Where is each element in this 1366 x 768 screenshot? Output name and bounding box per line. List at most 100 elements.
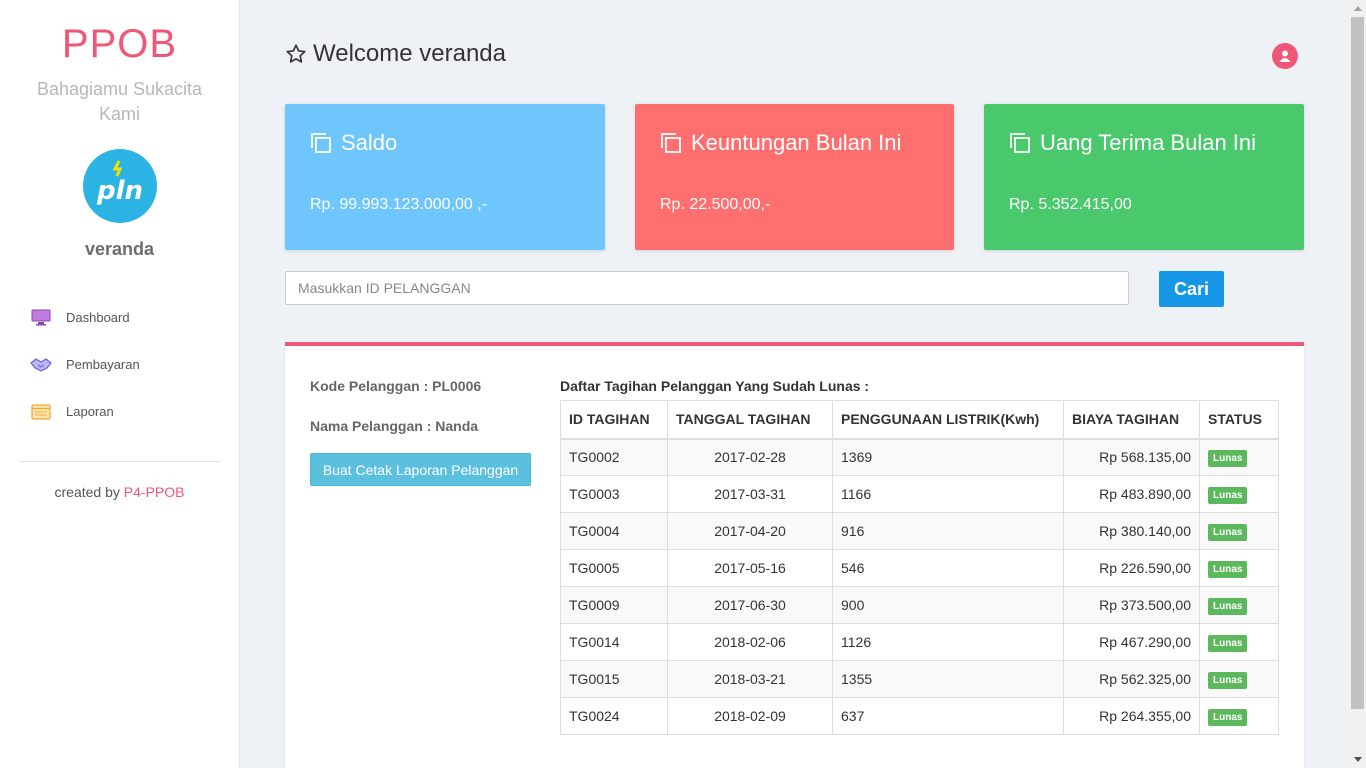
- column-header: TANGGAL TAGIHAN: [667, 400, 833, 440]
- customer-code: Kode Pelanggan : PL0006: [310, 378, 482, 394]
- bill-usage: 1369: [832, 438, 1064, 476]
- sidebar-item-label: Laporan: [66, 404, 114, 419]
- sidebar-item-laporan[interactable]: Laporan: [0, 388, 239, 435]
- status-badge: Lunas: [1208, 672, 1248, 689]
- status-badge: Lunas: [1208, 487, 1248, 504]
- page-title: Welcome veranda: [285, 40, 506, 68]
- column-header: STATUS: [1199, 400, 1279, 440]
- welcome-text: Welcome veranda: [313, 40, 506, 67]
- bill-cost: Rp 380.140,00: [1063, 512, 1200, 550]
- bills-title: Daftar Tagihan Pelanggan Yang Sudah Luna…: [560, 378, 870, 394]
- scroll-down-icon[interactable]: [1349, 751, 1366, 768]
- bill-cost: Rp 562.325,00: [1063, 660, 1200, 698]
- star-icon: [286, 44, 306, 63]
- bills-table: ID TAGIHAN TANGGAL TAGIHAN PENGGUNAAN LI…: [560, 400, 1279, 735]
- scroll-up-icon[interactable]: [1349, 0, 1366, 17]
- status-badge: Lunas: [1208, 524, 1248, 541]
- sidebar-item-pembayaran[interactable]: Pembayaran: [0, 341, 239, 388]
- page-scrollbar[interactable]: [1349, 0, 1366, 768]
- sidebar-username: veranda: [84, 239, 155, 259]
- table-row: TG0024 2018-02-09 637 Rp 264.355,00 Luna…: [560, 697, 1279, 735]
- table-row: TG0002 2017-02-28 1369 Rp 568.135,00 Lun…: [560, 438, 1279, 476]
- status-badge: Lunas: [1208, 450, 1248, 468]
- table-header-row: ID TAGIHAN TANGGAL TAGIHAN PENGGUNAAN LI…: [560, 400, 1279, 440]
- bill-date: 2017-06-30: [667, 586, 833, 624]
- sidebar-item-label: Dashboard: [66, 310, 130, 325]
- customer-id-input[interactable]: [285, 271, 1129, 305]
- user-avatar-icon[interactable]: [1272, 43, 1298, 69]
- bill-id: TG0024: [560, 697, 668, 735]
- card-keuntungan: Keuntungan Bulan Ini Rp. 22.500,00,-: [635, 104, 954, 250]
- copy-icon: [311, 133, 331, 153]
- table-row: TG0014 2018-02-06 1126 Rp 467.290,00 Lun…: [560, 623, 1279, 661]
- bill-cost: Rp 483.890,00: [1063, 475, 1200, 513]
- status-badge: Lunas: [1208, 709, 1248, 726]
- bill-id: TG0004: [560, 512, 668, 550]
- bill-date: 2017-04-20: [667, 512, 833, 550]
- bill-date: 2017-02-28: [667, 438, 833, 476]
- column-header: BIAYA TAGIHAN: [1063, 400, 1200, 440]
- column-header: ID TAGIHAN: [560, 400, 668, 440]
- column-header: PENGGUNAAN LISTRIK(Kwh): [832, 400, 1064, 440]
- customer-panel: Kode Pelanggan : PL0006 Nama Pelanggan :…: [285, 342, 1304, 768]
- bill-cost: Rp 373.500,00: [1063, 586, 1200, 624]
- brand-tagline: Bahagiamu Sukacita Kami: [36, 79, 203, 124]
- card-value: Rp. 99.993.123.000,00 ,-: [310, 196, 488, 213]
- bill-date: 2018-03-21: [667, 660, 833, 698]
- bill-date: 2018-02-09: [667, 697, 833, 735]
- credit-link[interactable]: P4-PPOB: [124, 484, 185, 500]
- card-value: Rp. 22.500,00,-: [660, 196, 771, 213]
- print-report-button[interactable]: Buat Cetak Laporan Pelanggan: [310, 453, 531, 486]
- status-badge: Lunas: [1208, 598, 1248, 615]
- bill-id: TG0014: [560, 623, 668, 661]
- status-badge: Lunas: [1208, 635, 1248, 652]
- sidebar-divider: [19, 461, 220, 462]
- bill-usage: 1355: [832, 660, 1064, 698]
- handshake-icon: [30, 356, 52, 374]
- logo-text: pln: [95, 176, 142, 206]
- bill-usage: 1126: [832, 623, 1064, 661]
- copy-icon: [661, 133, 681, 153]
- card-title: Saldo: [341, 130, 398, 155]
- table-row: TG0005 2017-05-16 546 Rp 226.590,00 Luna…: [560, 549, 1279, 587]
- bill-date: 2017-05-16: [667, 549, 833, 587]
- bill-cost: Rp 568.135,00: [1063, 438, 1200, 476]
- bill-usage: 546: [832, 549, 1064, 587]
- bill-cost: Rp 467.290,00: [1063, 623, 1200, 661]
- bill-id: TG0015: [560, 660, 668, 698]
- bill-usage: 1166: [832, 475, 1064, 513]
- customer-name: Nama Pelanggan : Nanda: [310, 418, 479, 434]
- scrollbar-thumb[interactable]: [1351, 17, 1364, 709]
- bill-id: TG0003: [560, 475, 668, 513]
- table-row: TG0003 2017-03-31 1166 Rp 483.890,00 Lun…: [560, 475, 1279, 513]
- sidebar-item-label: Pembayaran: [66, 357, 140, 372]
- sidebar: PPOB Bahagiamu Sukacita Kami pln veranda…: [0, 0, 240, 768]
- card-value: Rp. 5.352.415,00: [1009, 196, 1132, 213]
- table-row: TG0004 2017-04-20 916 Rp 380.140,00 Luna…: [560, 512, 1279, 550]
- bill-date: 2017-03-31: [667, 475, 833, 513]
- bill-id: TG0002: [560, 438, 668, 476]
- bill-date: 2018-02-06: [667, 623, 833, 661]
- card-saldo: Saldo Rp. 99.993.123.000,00 ,-: [285, 104, 605, 250]
- bill-id: TG0009: [560, 586, 668, 624]
- card-title: Keuntungan Bulan Ini: [691, 130, 902, 155]
- bill-id: TG0005: [560, 549, 668, 587]
- sidebar-item-dashboard[interactable]: Dashboard: [0, 294, 239, 341]
- copy-icon: [1010, 133, 1030, 153]
- table-row: TG0009 2017-06-30 900 Rp 373.500,00 Luna…: [560, 586, 1279, 624]
- table-row: TG0015 2018-03-21 1355 Rp 562.325,00 Lun…: [560, 660, 1279, 698]
- bill-cost: Rp 226.590,00: [1063, 549, 1200, 587]
- credit-prefix: created by: [54, 484, 124, 500]
- sidebar-credit: created by P4-PPOB: [0, 484, 239, 500]
- bill-usage: 637: [832, 697, 1064, 735]
- card-uang-terima: Uang Terima Bulan Ini Rp. 5.352.415,00: [984, 104, 1304, 250]
- search-button[interactable]: Cari: [1159, 271, 1224, 307]
- monitor-icon: [30, 309, 52, 327]
- status-badge: Lunas: [1208, 561, 1248, 578]
- pln-logo: pln: [82, 149, 157, 223]
- report-icon: [30, 403, 52, 421]
- sidebar-nav: Dashboard Pembayaran Laporan: [0, 294, 239, 435]
- bill-usage: 916: [832, 512, 1064, 550]
- brand-title: PPOB: [61, 22, 178, 66]
- bill-cost: Rp 264.355,00: [1063, 697, 1200, 735]
